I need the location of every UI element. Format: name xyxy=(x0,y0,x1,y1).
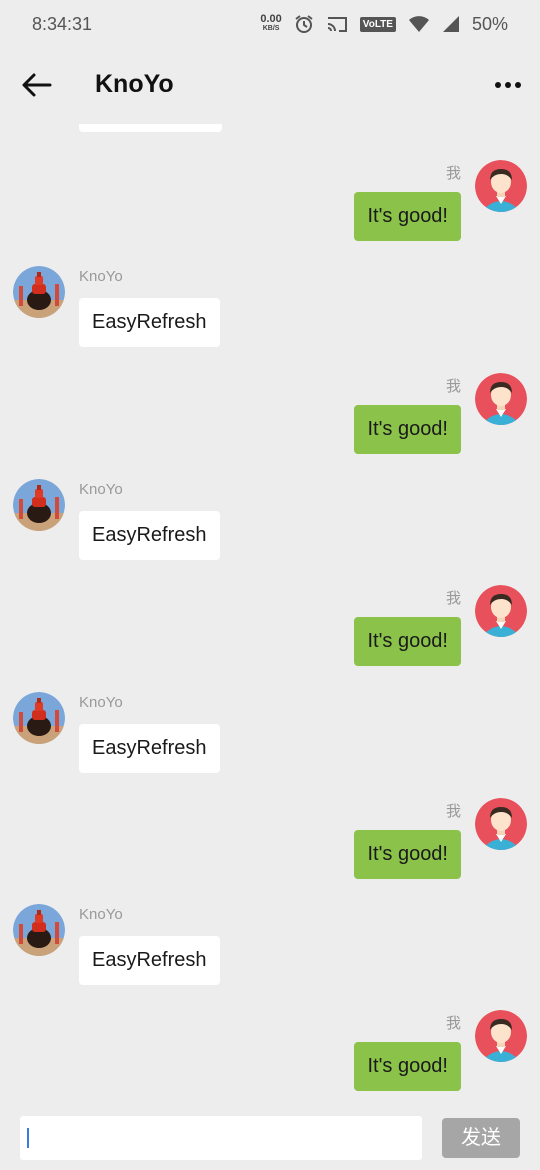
message-bubble[interactable]: It's good! xyxy=(354,404,461,454)
input-bar: 发送 xyxy=(0,1104,540,1170)
message-row-outgoing: 我 It's good! xyxy=(0,585,540,695)
message-bubble[interactable]: EasyRefresh xyxy=(79,298,220,348)
contact-avatar[interactable] xyxy=(13,904,65,957)
cast-icon xyxy=(327,17,347,32)
message-input[interactable] xyxy=(20,1116,422,1160)
status-bar: 8:34:31 0.00 KB/S VoLTE 50% xyxy=(0,0,540,48)
wifi-icon xyxy=(408,16,429,32)
message-bubble[interactable]: It's good! xyxy=(354,192,461,241)
my-avatar[interactable] xyxy=(475,797,527,850)
sender-name: 我 xyxy=(445,802,461,820)
partial-message-bubble xyxy=(79,124,222,132)
message-bubble[interactable]: EasyRefresh xyxy=(79,723,220,773)
status-icons: 0.00 KB/S VoLTE 50% xyxy=(260,14,508,35)
net-speed-unit: KB/S xyxy=(262,25,280,32)
net-speed: 0.00 KB/S xyxy=(260,13,282,33)
sender-name: KnoYo xyxy=(79,906,123,924)
message-row-incoming: KnoYo EasyRefresh xyxy=(0,266,540,376)
contact-avatar[interactable] xyxy=(13,691,65,744)
sender-name: 我 xyxy=(445,1015,461,1033)
message-list[interactable]: 我 It's good! KnoYo EasyRefresh 我 It's good!… xyxy=(0,124,540,1104)
back-arrow-icon[interactable] xyxy=(20,70,54,100)
message-row-outgoing: 我 It's good! xyxy=(0,372,540,483)
message-row-outgoing: 我 It's good! xyxy=(0,1010,540,1104)
message-bubble[interactable]: It's good! xyxy=(354,829,461,879)
message-bubble[interactable]: It's good! xyxy=(354,1042,461,1092)
my-avatar[interactable] xyxy=(475,1010,527,1063)
sender-name: 我 xyxy=(445,590,461,608)
contact-avatar[interactable] xyxy=(13,266,65,319)
message-row-incoming: KnoYo EasyRefresh xyxy=(0,478,540,589)
send-button[interactable]: 发送 xyxy=(442,1118,520,1158)
message-row-outgoing: 我 It's good! xyxy=(0,797,540,908)
volte-badge: VoLTE xyxy=(359,16,396,32)
sender-name: KnoYo xyxy=(79,693,123,711)
chat-title: KnoYo xyxy=(95,70,174,98)
sender-name: KnoYo xyxy=(79,480,123,498)
my-avatar[interactable] xyxy=(475,372,527,425)
message-row-incoming: KnoYo EasyRefresh xyxy=(0,904,540,1014)
my-avatar[interactable] xyxy=(475,585,527,638)
app-bar: KnoYo xyxy=(0,48,540,124)
message-row-incoming: KnoYo EasyRefresh xyxy=(0,691,540,802)
message-bubble[interactable]: It's good! xyxy=(354,617,461,667)
more-options-icon[interactable] xyxy=(494,78,522,92)
message-bubble[interactable]: EasyRefresh xyxy=(79,936,220,986)
alarm-icon xyxy=(295,15,313,33)
my-avatar[interactable] xyxy=(475,160,527,212)
message-row-outgoing: 我 It's good! xyxy=(0,160,540,270)
sender-name: 我 xyxy=(445,165,461,182)
battery-level: 50% xyxy=(471,13,508,34)
status-time: 8:34:31 xyxy=(32,13,93,34)
sender-name: 我 xyxy=(445,377,461,395)
sender-name: KnoYo xyxy=(79,268,123,286)
contact-avatar[interactable] xyxy=(13,478,65,531)
net-speed-value: 0.00 xyxy=(260,13,282,25)
message-bubble[interactable]: EasyRefresh xyxy=(79,510,220,560)
text-cursor xyxy=(27,1128,29,1148)
signal-icon xyxy=(442,16,459,32)
